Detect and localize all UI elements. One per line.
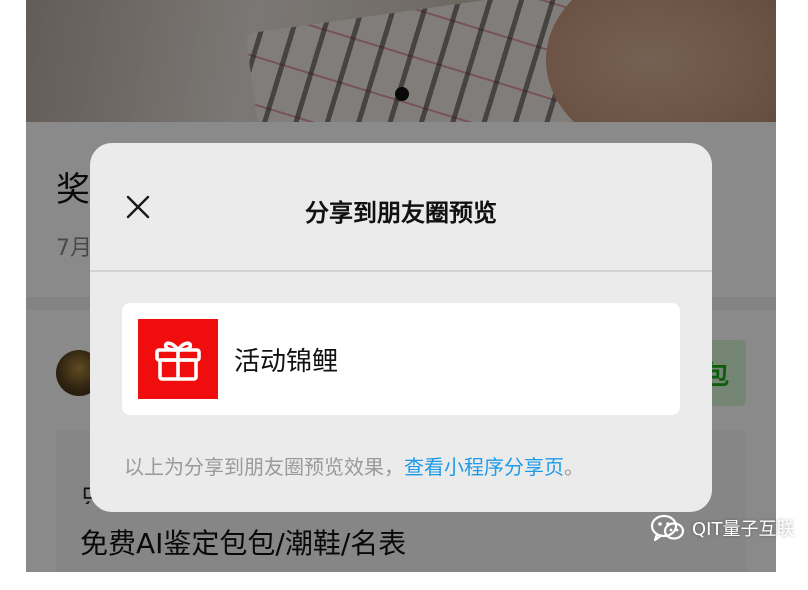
footer-note-text: 以上为分享到朋友圈预览效果， (124, 455, 404, 479)
share-preview-dialog: 分享到朋友圈预览 活动锦鲤 以上为分享到朋友圈预览效果，查看小程序分享页。 (90, 143, 712, 512)
share-card-name: 活动锦鲤 (234, 347, 339, 377)
footer-note-end: 。 (564, 455, 584, 479)
share-card[interactable]: 活动锦鲤 (122, 303, 680, 415)
gift-icon (138, 319, 218, 399)
dialog-title: 分享到朋友圈预览 (305, 199, 497, 227)
watermark-text: QIT量子互联 (692, 519, 795, 540)
footer-note: 以上为分享到朋友圈预览效果，查看小程序分享页。 (124, 451, 584, 480)
view-share-page-link[interactable]: 查看小程序分享页 (404, 455, 564, 479)
dialog-header: 分享到朋友圈预览 (90, 143, 712, 272)
wechat-icon (650, 514, 685, 542)
watermark: QIT量子互联 (650, 514, 794, 542)
